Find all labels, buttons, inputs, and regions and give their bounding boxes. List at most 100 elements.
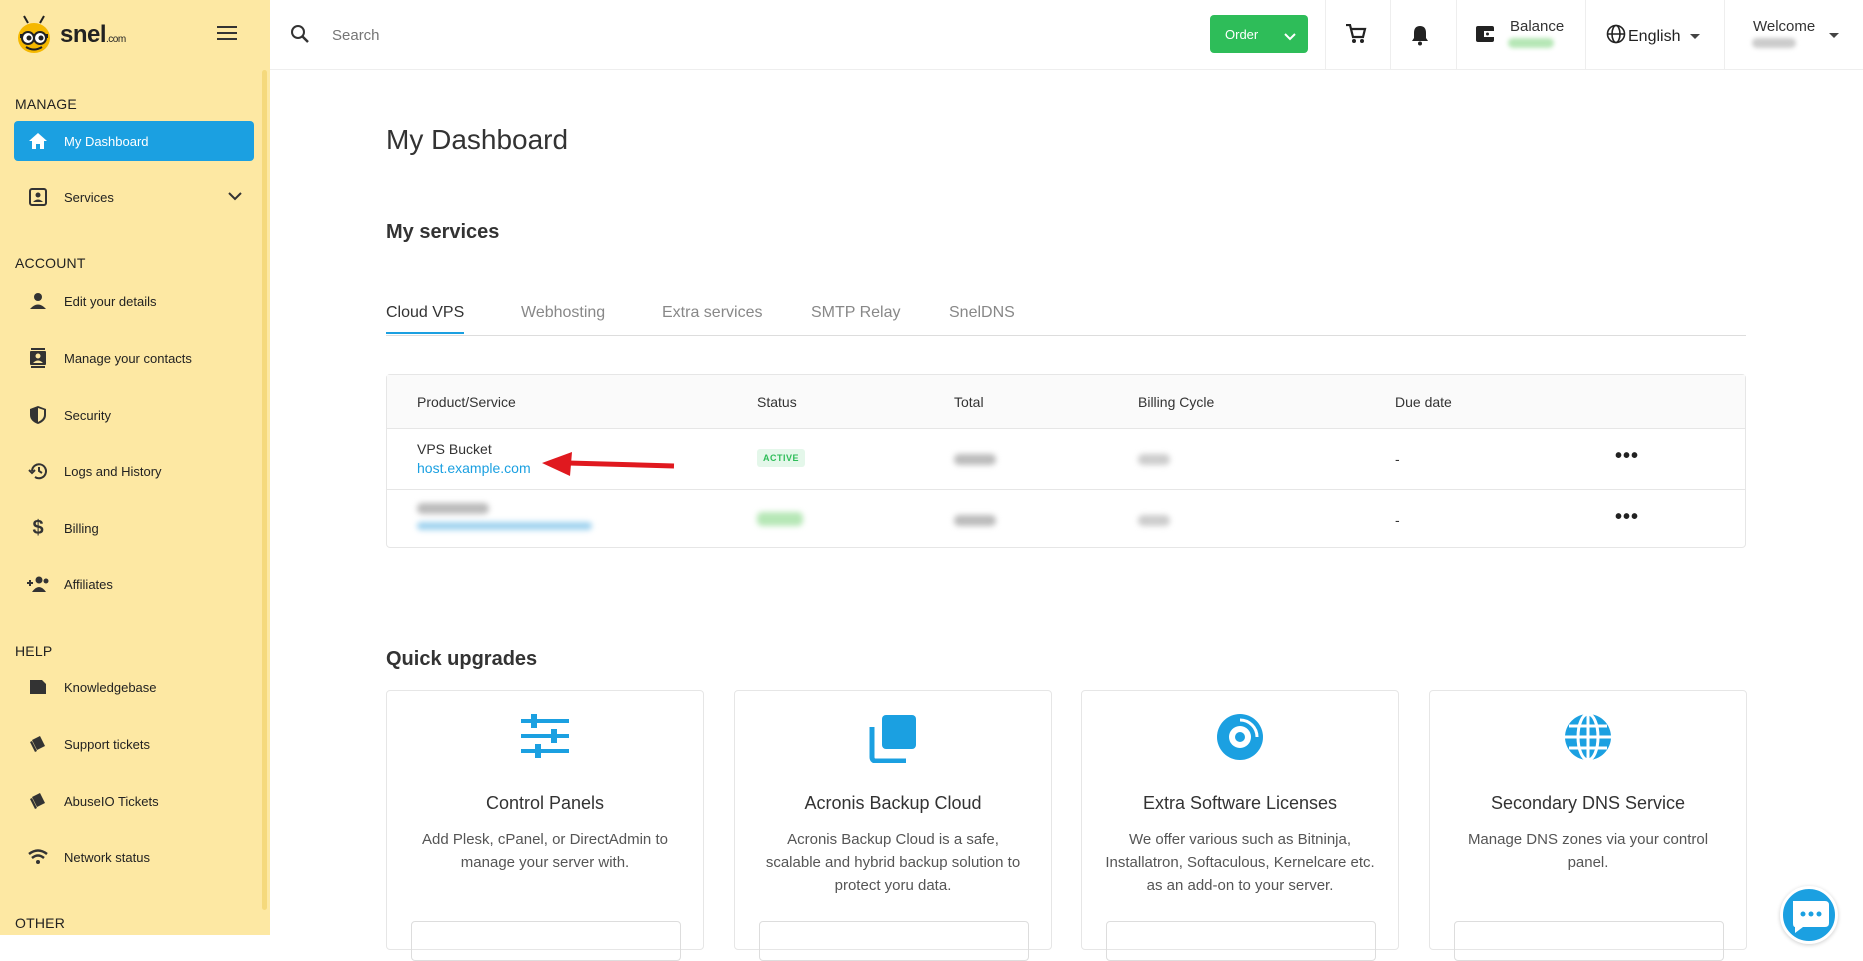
card-title: Control Panels bbox=[485, 793, 605, 813]
card-description: Add Plesk, cPanel, or DirectAdmin to man… bbox=[422, 831, 668, 871]
user-menu[interactable]: Welcome bbox=[1753, 18, 1815, 35]
status-redacted bbox=[757, 512, 803, 526]
tab-smtp-relay[interactable]: SMTP Relay bbox=[811, 304, 901, 332]
contacts-icon bbox=[18, 348, 58, 368]
more-options-icon[interactable]: ••• bbox=[1615, 506, 1639, 529]
total-redacted bbox=[954, 454, 996, 465]
billing-cycle-redacted bbox=[1138, 515, 1170, 526]
product-host-link[interactable]: host.example.com bbox=[417, 460, 531, 476]
upgrade-card[interactable]: Secondary DNS Service Manage DNS zones v… bbox=[1429, 690, 1747, 961]
divider bbox=[1456, 0, 1457, 70]
book-icon bbox=[18, 679, 58, 695]
upgrade-card[interactable]: Acronis Backup Cloud Acronis Backup Clou… bbox=[734, 690, 1052, 961]
service-tabs: Cloud VPS Webhosting Extra services SMTP… bbox=[386, 304, 1746, 336]
sidebar-item-abuseio[interactable]: AbuseIO Tickets bbox=[14, 781, 254, 821]
card-button[interactable] bbox=[759, 921, 1029, 961]
sidebar-item-label: Network status bbox=[64, 849, 150, 865]
sidebar-item-label: My Dashboard bbox=[64, 133, 149, 149]
sidebar-item-security[interactable]: Security bbox=[14, 395, 254, 435]
balance-label[interactable]: Balance bbox=[1510, 18, 1564, 35]
sidebar-item-label: Billing bbox=[64, 520, 99, 536]
tab-webhosting[interactable]: Webhosting bbox=[521, 304, 605, 332]
section-account: ACCOUNT bbox=[15, 255, 86, 271]
sidebar-item-logs[interactable]: Logs and History bbox=[14, 451, 254, 491]
table-header: Product/Service Status Total Billing Cyc… bbox=[387, 375, 1745, 429]
caret-down-icon bbox=[1829, 33, 1839, 38]
history-icon bbox=[18, 462, 58, 480]
sidebar: snel.com MANAGE My Dashboard Services AC… bbox=[0, 0, 270, 935]
sidebar-item-affiliates[interactable]: Affiliates bbox=[14, 564, 254, 604]
globe-icon bbox=[1430, 713, 1746, 763]
header-product: Product/Service bbox=[417, 394, 516, 410]
sidebar-item-support-tickets[interactable]: Support tickets bbox=[14, 724, 254, 764]
section-help: HELP bbox=[15, 643, 53, 659]
logo[interactable]: snel.com bbox=[12, 14, 126, 56]
card-button[interactable] bbox=[1454, 921, 1724, 961]
shield-icon bbox=[18, 405, 58, 425]
chevron-down-icon bbox=[228, 189, 242, 204]
page-title: My Dashboard bbox=[386, 124, 569, 155]
card-button[interactable] bbox=[1106, 921, 1376, 961]
sidebar-item-label: Manage your contacts bbox=[64, 350, 192, 366]
status-badge: ACTIVE bbox=[757, 449, 806, 467]
language-selector[interactable]: English bbox=[1606, 24, 1701, 49]
welcome-label: Welcome bbox=[1753, 18, 1816, 35]
balance-value-redacted bbox=[1508, 38, 1554, 48]
tab-extra-services[interactable]: Extra services bbox=[662, 304, 762, 332]
divider bbox=[1325, 0, 1326, 70]
disc-icon bbox=[1082, 713, 1398, 763]
sidebar-item-dashboard[interactable]: My Dashboard bbox=[14, 121, 254, 161]
card-button[interactable] bbox=[411, 921, 681, 961]
search-input[interactable] bbox=[332, 22, 932, 48]
table-row[interactable]: - ••• bbox=[387, 489, 1745, 549]
due-date: - bbox=[1395, 512, 1400, 528]
chevron-down-icon bbox=[1284, 29, 1296, 44]
section-manage: MANAGE bbox=[15, 96, 77, 112]
search-icon[interactable] bbox=[290, 24, 310, 49]
card-title: Acronis Backup Cloud bbox=[804, 793, 982, 813]
user-name-redacted bbox=[1752, 38, 1796, 48]
sidebar-item-services[interactable]: Services bbox=[14, 177, 254, 217]
divider bbox=[1724, 0, 1725, 70]
sliders-icon bbox=[387, 713, 703, 763]
due-date: - bbox=[1395, 451, 1400, 467]
tab-cloud-vps[interactable]: Cloud VPS bbox=[386, 304, 465, 334]
product-name-redacted bbox=[417, 503, 489, 514]
sidebar-item-label: Edit your details bbox=[64, 293, 157, 309]
menu-toggle-icon[interactable] bbox=[217, 26, 237, 42]
chat-button[interactable] bbox=[1780, 886, 1838, 944]
tab-sneldns[interactable]: SnelDNS bbox=[949, 304, 1015, 332]
top-bar: Order Balance English Welcome bbox=[270, 0, 1863, 70]
sidebar-item-label: Affiliates bbox=[64, 576, 113, 592]
home-icon bbox=[18, 132, 58, 150]
services-icon bbox=[18, 188, 58, 206]
copy-icon bbox=[735, 713, 1051, 763]
sidebar-item-edit-details[interactable]: Edit your details bbox=[14, 281, 254, 321]
divider bbox=[1390, 0, 1391, 70]
ticket-icon bbox=[18, 735, 58, 753]
sidebar-item-network-status[interactable]: Network status bbox=[14, 837, 254, 877]
sidebar-item-contacts[interactable]: Manage your contacts bbox=[14, 338, 254, 378]
product-host-redacted bbox=[417, 522, 592, 530]
sidebar-item-billing[interactable]: $ Billing bbox=[14, 508, 254, 548]
product-name: VPS Bucket bbox=[417, 441, 492, 457]
bell-icon[interactable] bbox=[1410, 24, 1430, 51]
order-button[interactable]: Order bbox=[1210, 15, 1308, 53]
sidebar-scrollbar[interactable] bbox=[262, 70, 267, 910]
upgrade-card[interactable]: Extra Software Licenses We offer various… bbox=[1081, 690, 1399, 961]
annotation-arrow bbox=[542, 452, 675, 476]
card-description: Manage DNS zones via your control panel. bbox=[1467, 831, 1709, 871]
cart-icon[interactable] bbox=[1345, 23, 1367, 49]
chat-icon bbox=[1793, 901, 1829, 933]
card-title: Secondary DNS Service bbox=[1490, 793, 1686, 813]
sidebar-item-knowledgebase[interactable]: Knowledgebase bbox=[14, 667, 254, 707]
more-options-icon[interactable]: ••• bbox=[1615, 445, 1639, 468]
section-other: OTHER bbox=[15, 915, 65, 931]
sidebar-item-label: Services bbox=[64, 189, 114, 205]
upgrade-card[interactable]: Control Panels Add Plesk, cPanel, or Dir… bbox=[386, 690, 704, 961]
sidebar-item-label: Logs and History bbox=[64, 463, 162, 479]
header-status: Status bbox=[757, 394, 797, 410]
services-heading: My services bbox=[386, 221, 500, 243]
header-total: Total bbox=[954, 394, 984, 410]
globe-icon bbox=[1606, 24, 1626, 49]
